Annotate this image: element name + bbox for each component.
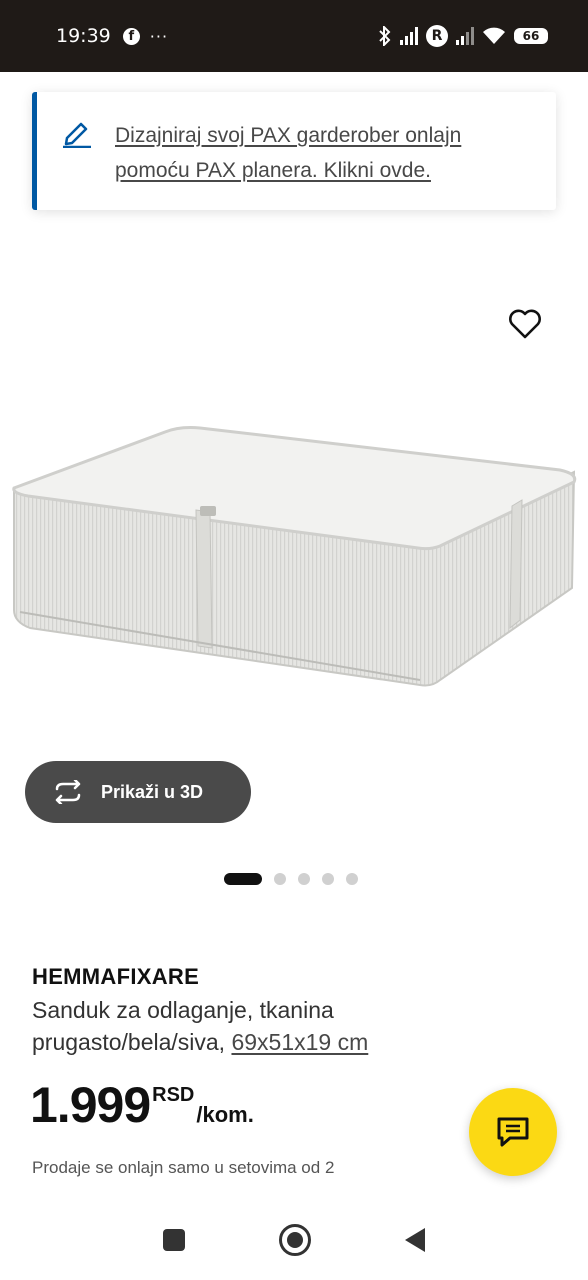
product-name: HEMMAFIXARE [32,964,200,989]
sales-note: Prodaje se onlajn samo u setovima od 2 [32,1158,335,1177]
product-image [12,426,577,687]
price-currency: RSD [152,1084,195,1106]
pax-planner-banner[interactable]: Dizajniraj svoj PAX garderober onlajn po… [32,92,556,210]
carousel-dot[interactable] [274,873,286,885]
product-description: Sanduk za odlaganje, tkanina prugasto/be… [32,994,462,1058]
wifi-icon [483,27,505,44]
bluetooth-icon [379,26,391,46]
status-icons: R 66 [378,25,548,47]
price-amount: 1.999 [30,1077,151,1133]
carousel-dot[interactable] [224,873,262,885]
chat-button[interactable] [469,1088,557,1176]
signal-icon [400,27,418,45]
facebook-icon: f [122,27,140,45]
signal-icon-2 [456,27,474,45]
roaming-icon: R [426,25,448,47]
pax-planner-link[interactable]: Dizajniraj svoj PAX garderober onlajn po… [115,118,536,210]
heart-icon[interactable] [508,308,542,340]
status-time: 19:39 [56,25,111,47]
circle-home-icon[interactable] [279,1224,311,1256]
more-notifications-icon: ··· [149,26,169,46]
carousel-dot[interactable] [346,873,358,885]
product-price: 1.999 RSD /kom. [30,1074,254,1136]
price-unit: /kom. [196,1102,254,1127]
system-nav-bar [0,1200,588,1280]
triangle-back-icon[interactable] [405,1228,425,1252]
square-icon[interactable] [163,1229,185,1251]
pencil-edit-icon [63,122,91,148]
view-3d-label: Prikaži u 3D [101,781,204,802]
status-bar: 19:39 f ··· R 66 [0,0,588,72]
battery-icon: 66 [514,28,548,44]
carousel-dot[interactable] [322,873,334,885]
image-carousel-indicator [224,873,358,885]
view-3d-button[interactable]: Prikaži u 3D [25,761,251,823]
chat-icon [497,1117,529,1147]
product-size-link[interactable]: 69x51x19 cm [231,1029,368,1055]
carousel-dot[interactable] [298,873,310,885]
rotate-3d-icon [55,780,81,804]
